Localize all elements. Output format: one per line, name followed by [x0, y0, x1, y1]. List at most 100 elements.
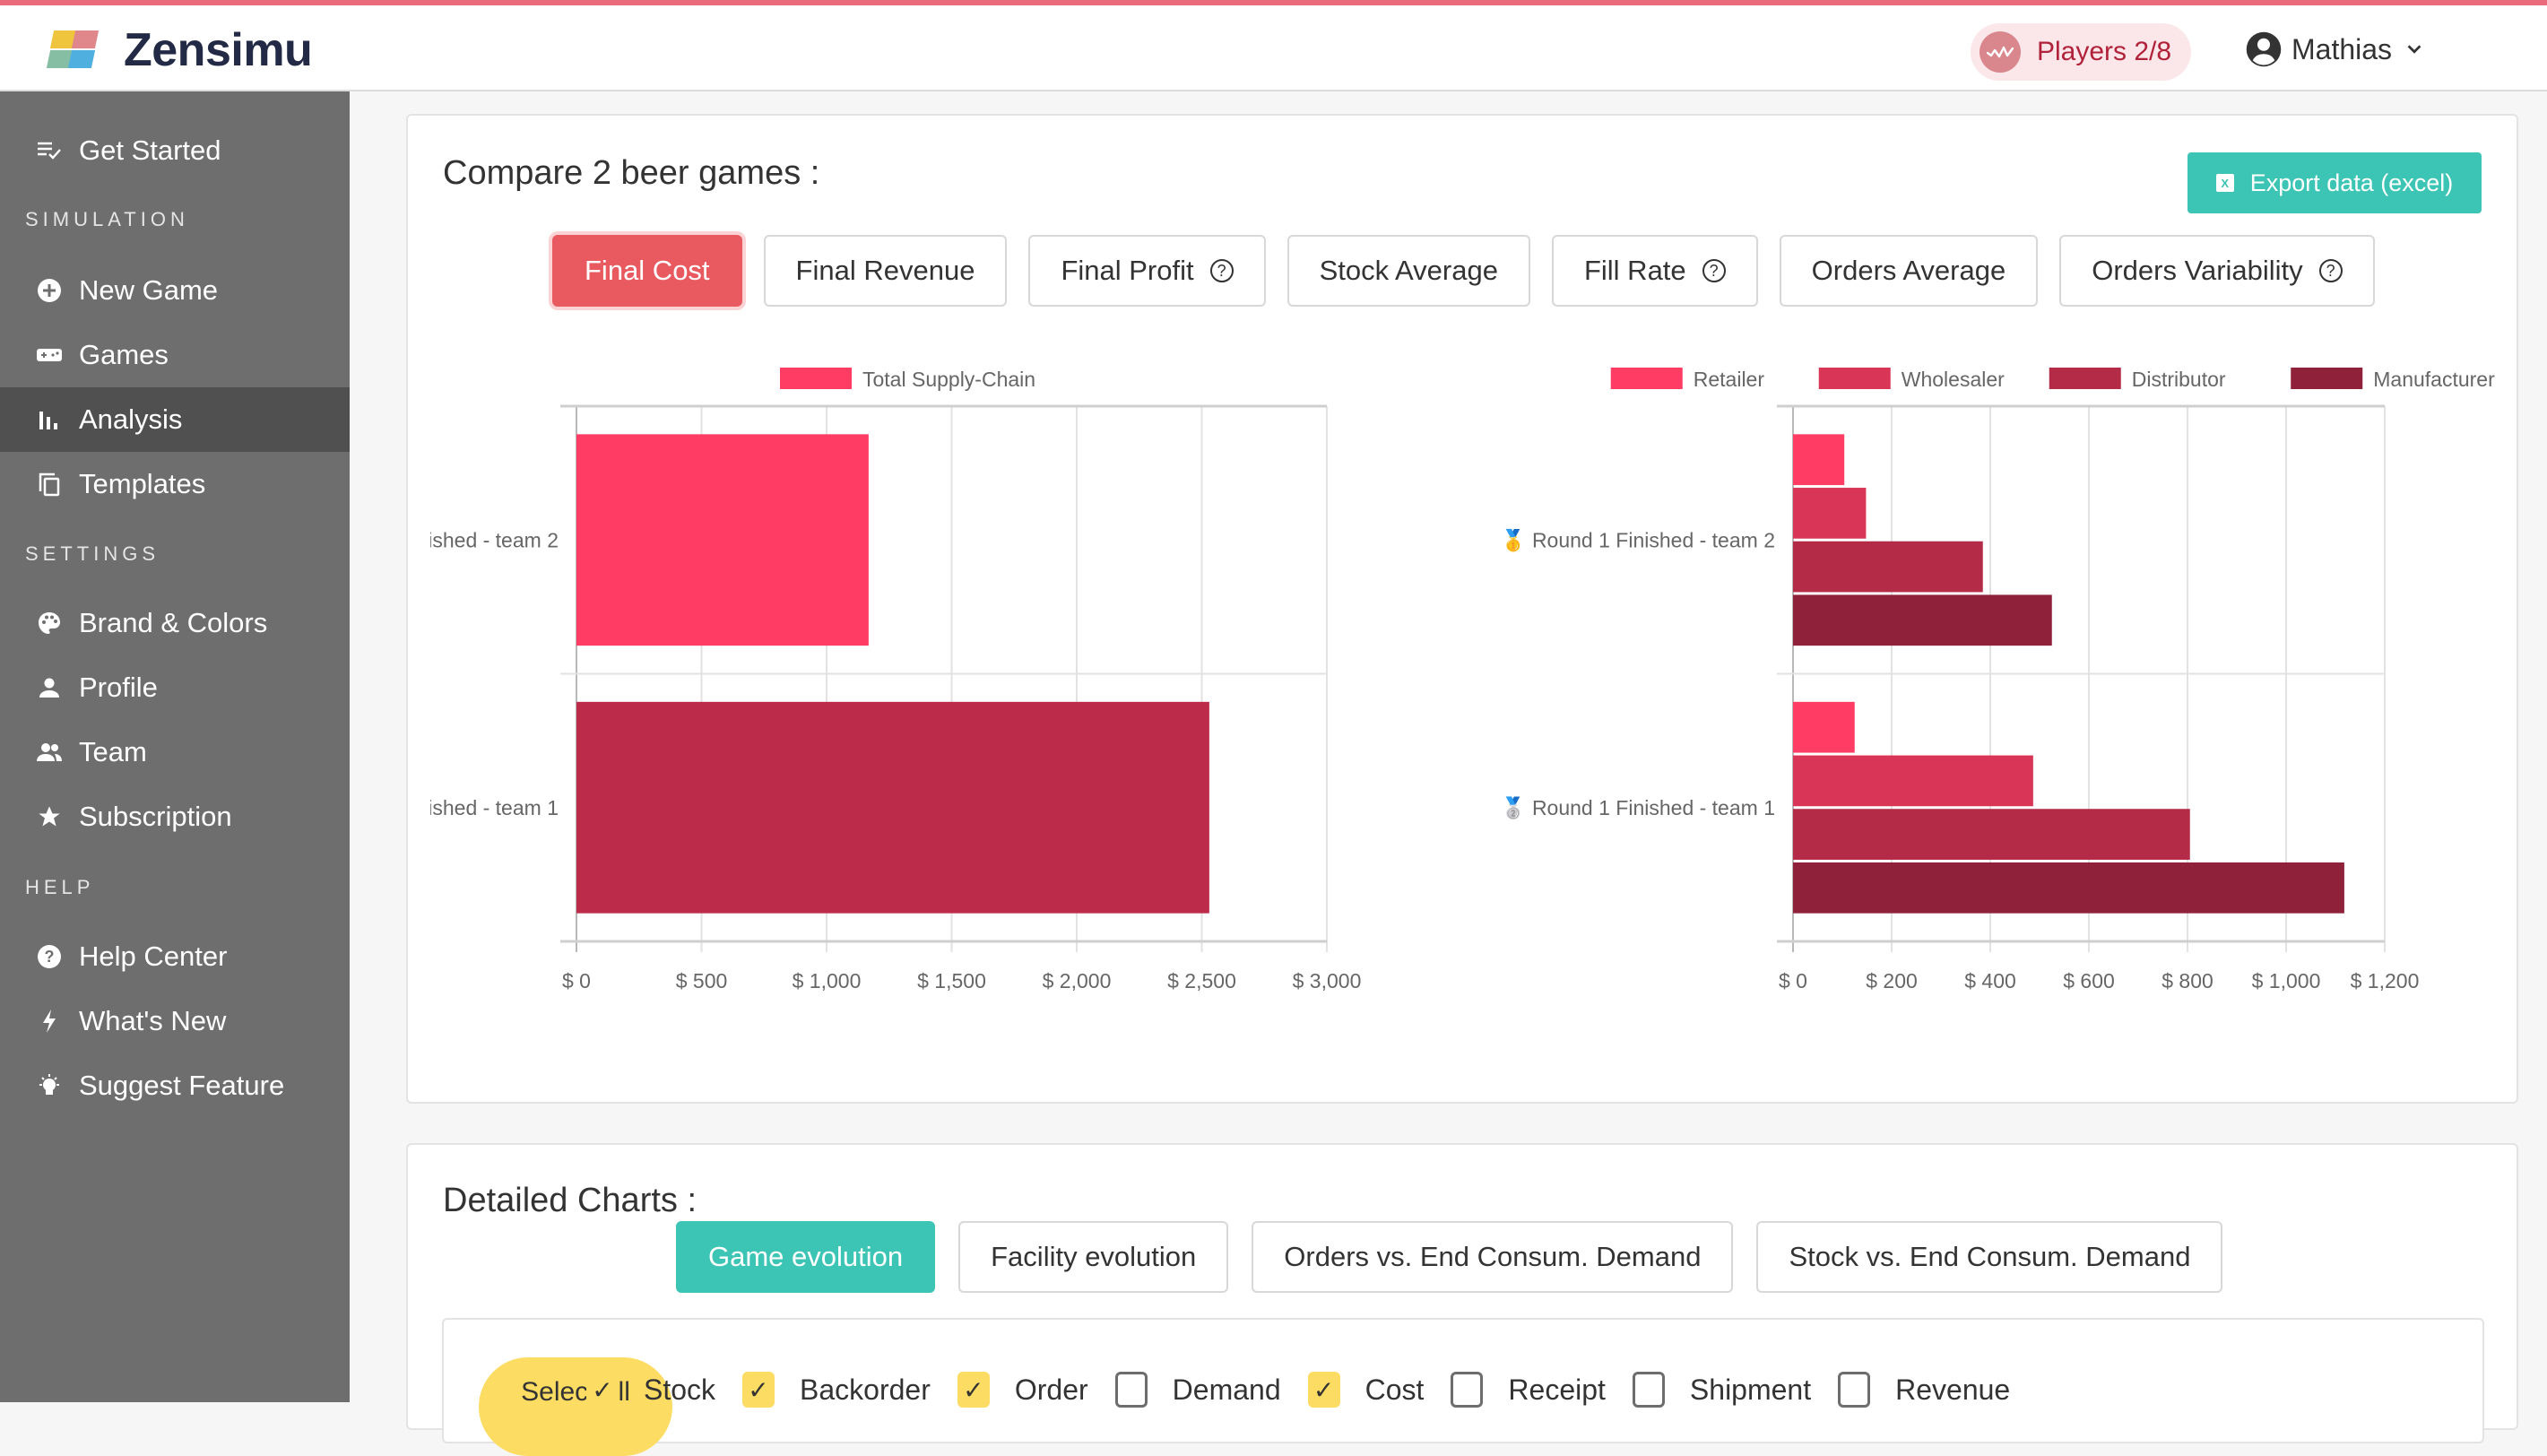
legend-label: Retailer — [1694, 368, 1765, 391]
y-category-label: 🥇 Round 1 Finished - team 2 — [1501, 528, 1775, 552]
players-badge[interactable]: Players 2/8 — [1971, 23, 2191, 81]
help-icon[interactable]: ? — [1702, 259, 1726, 282]
tab-orders-average[interactable]: Orders Average — [1779, 235, 2039, 307]
tab-orders-vs-demand[interactable]: Orders vs. End Consum. Demand — [1252, 1221, 1734, 1293]
legend-swatch — [2049, 368, 2121, 389]
checkbox-revenue[interactable]: Revenue — [1838, 1372, 2030, 1408]
checkbox-order[interactable]: ✓ Order — [957, 1372, 1108, 1408]
x-tick-label: $ 2,000 — [1043, 969, 1112, 992]
tab-orders-variability[interactable]: Orders Variability? — [2059, 235, 2375, 307]
legend-item-retailer[interactable]: Retailer — [1610, 368, 1765, 391]
checkbox-label: Shipment — [1689, 1373, 1812, 1406]
sidebar-item-templates[interactable]: Templates — [0, 452, 350, 516]
bar-wholesaler-team-1[interactable] — [1793, 755, 2033, 807]
sidebar-item-whats-new[interactable]: What's New — [0, 989, 350, 1053]
bar-distributor-team-1[interactable] — [1793, 809, 2190, 860]
checkbox-checked-icon[interactable]: ✓ — [957, 1372, 990, 1408]
sidebar-item-new-game[interactable]: New Game — [0, 258, 350, 323]
user-menu[interactable]: Mathias — [2245, 30, 2424, 68]
tab-label: Stock Average — [1319, 255, 1498, 286]
legend-item-manufacturer[interactable]: Manufacturer — [2291, 368, 2495, 391]
checkbox-shipment[interactable]: Shipment — [1632, 1372, 1831, 1408]
y-category-label: 🥇 Round 1 Finished - team 2 — [430, 528, 559, 552]
legend-swatch — [1610, 368, 1683, 389]
x-tick-label: $ 1,000 — [793, 969, 862, 992]
sidebar-item-suggest-feature[interactable]: Suggest Feature — [0, 1053, 350, 1118]
sidebar-item-analysis[interactable]: Analysis — [0, 387, 350, 452]
sidebar-item-label: Get Started — [79, 134, 221, 166]
user-name: Mathias — [2291, 32, 2393, 65]
checkbox-checked-icon[interactable]: ✓ — [1307, 1372, 1340, 1408]
bar-chart-icon — [36, 406, 63, 433]
tab-stock-average[interactable]: Stock Average — [1286, 235, 1530, 307]
help-icon[interactable]: ? — [1209, 259, 1234, 282]
checkbox-checked-icon[interactable]: ✓ — [586, 1372, 619, 1408]
logo[interactable]: Zensimu — [46, 23, 313, 77]
sidebar-item-help-center[interactable]: ? Help Center — [0, 924, 350, 989]
compare-title: Compare 2 beer games : — [443, 154, 820, 192]
tab-facility-evolution[interactable]: Facility evolution — [958, 1221, 1229, 1293]
sidebar-item-profile[interactable]: Profile — [0, 655, 350, 720]
legend-label: Manufacturer — [2373, 368, 2495, 391]
legend-item-total-supply-chain[interactable]: Total Supply-Chain — [780, 368, 1035, 391]
sidebar-item-label: Suggest Feature — [79, 1070, 285, 1101]
checkbox-stock[interactable]: ✓ Stock — [586, 1372, 735, 1408]
sidebar-item-label: New Game — [79, 274, 219, 306]
legend: Total Supply-Chain — [780, 368, 1035, 391]
checkbox-label: Order — [1014, 1373, 1088, 1406]
tab-game-evolution[interactable]: Game evolution — [676, 1221, 936, 1293]
tab-final-profit[interactable]: Final Profit? — [1028, 235, 1266, 307]
legend-label: Total Supply-Chain — [862, 368, 1035, 391]
bar-total-supply-chain-team-1[interactable] — [576, 701, 1209, 914]
sidebar-item-subscription[interactable]: Subscription — [0, 784, 350, 849]
account-circle-icon — [2246, 31, 2282, 67]
checkbox-unchecked-icon[interactable] — [1632, 1372, 1665, 1408]
checkbox-checked-icon[interactable]: ✓ — [742, 1372, 775, 1408]
tab-stock-vs-demand[interactable]: Stock vs. End Consum. Demand — [1756, 1221, 2223, 1293]
export-excel-button[interactable]: X Export data (excel) — [2187, 152, 2482, 213]
checkbox-receipt[interactable]: Receipt — [1451, 1372, 1625, 1408]
tab-fill-rate[interactable]: Fill Rate? — [1551, 235, 1758, 307]
bar-total-supply-chain-team-2[interactable] — [576, 434, 869, 646]
plot-area: $ 0 $ 200 $ 400 $ 600 $ 800 $ 1,000 $ 1,200 🥇 R… — [1501, 404, 2420, 992]
sidebar-item-team[interactable]: Team — [0, 720, 350, 784]
sidebar-item-games[interactable]: Games — [0, 323, 350, 387]
app-name: Zensimu — [124, 24, 313, 76]
logo-icon — [46, 30, 104, 70]
tab-final-revenue[interactable]: Final Revenue — [763, 235, 1008, 307]
x-tick-label: $ 1,000 — [2252, 969, 2321, 992]
help-icon[interactable]: ? — [2318, 259, 2343, 282]
gamepad-icon — [36, 342, 63, 368]
tab-final-cost[interactable]: Final Cost — [552, 235, 742, 307]
person-icon — [36, 674, 63, 701]
checkbox-label: Backorder — [800, 1373, 931, 1406]
bar-distributor-team-2[interactable] — [1793, 541, 1983, 593]
star-icon — [36, 803, 63, 830]
sidebar-item-label: Profile — [79, 672, 158, 703]
x-tick-label: $ 1,200 — [2351, 969, 2420, 992]
bar-wholesaler-team-2[interactable] — [1793, 488, 1867, 539]
people-icon — [36, 739, 63, 766]
x-tick-label: $ 200 — [1866, 969, 1918, 992]
legend-label: Distributor — [2132, 368, 2226, 391]
checkbox-demand[interactable]: Demand — [1114, 1372, 1301, 1408]
sidebar-item-get-started[interactable]: Get Started — [0, 118, 350, 183]
checkbox-unchecked-icon[interactable] — [1114, 1372, 1148, 1408]
total-cost-chart: $ 0 $ 500 $ 1,000 $ 1,500 $ 2,000 $ 2,500 $ 3,… — [430, 368, 1361, 992]
x-tick-label: $ 600 — [2063, 969, 2115, 992]
bar-retailer-team-1[interactable] — [1793, 701, 1855, 753]
x-tick-label: $ 500 — [676, 969, 728, 992]
checkbox-unchecked-icon[interactable] — [1838, 1372, 1871, 1408]
sidebar-item-brand-colors[interactable]: Brand & Colors — [0, 591, 350, 655]
bar-retailer-team-2[interactable] — [1793, 434, 1845, 486]
checkbox-backorder[interactable]: ✓ Backorder — [742, 1372, 950, 1408]
bar-manufacturer-team-1[interactable] — [1793, 862, 2344, 914]
checkbox-cost[interactable]: ✓ Cost — [1307, 1372, 1444, 1408]
sidebar-item-label: Games — [79, 339, 169, 370]
sidebar-section-settings: SETTINGS — [25, 542, 160, 565]
x-tick-label: $ 1,500 — [917, 969, 986, 992]
bar-manufacturer-team-2[interactable] — [1793, 594, 2052, 646]
checkbox-unchecked-icon[interactable] — [1451, 1372, 1484, 1408]
legend-item-distributor[interactable]: Distributor — [2049, 368, 2226, 391]
legend-item-wholesaler[interactable]: Wholesaler — [1818, 368, 2005, 391]
